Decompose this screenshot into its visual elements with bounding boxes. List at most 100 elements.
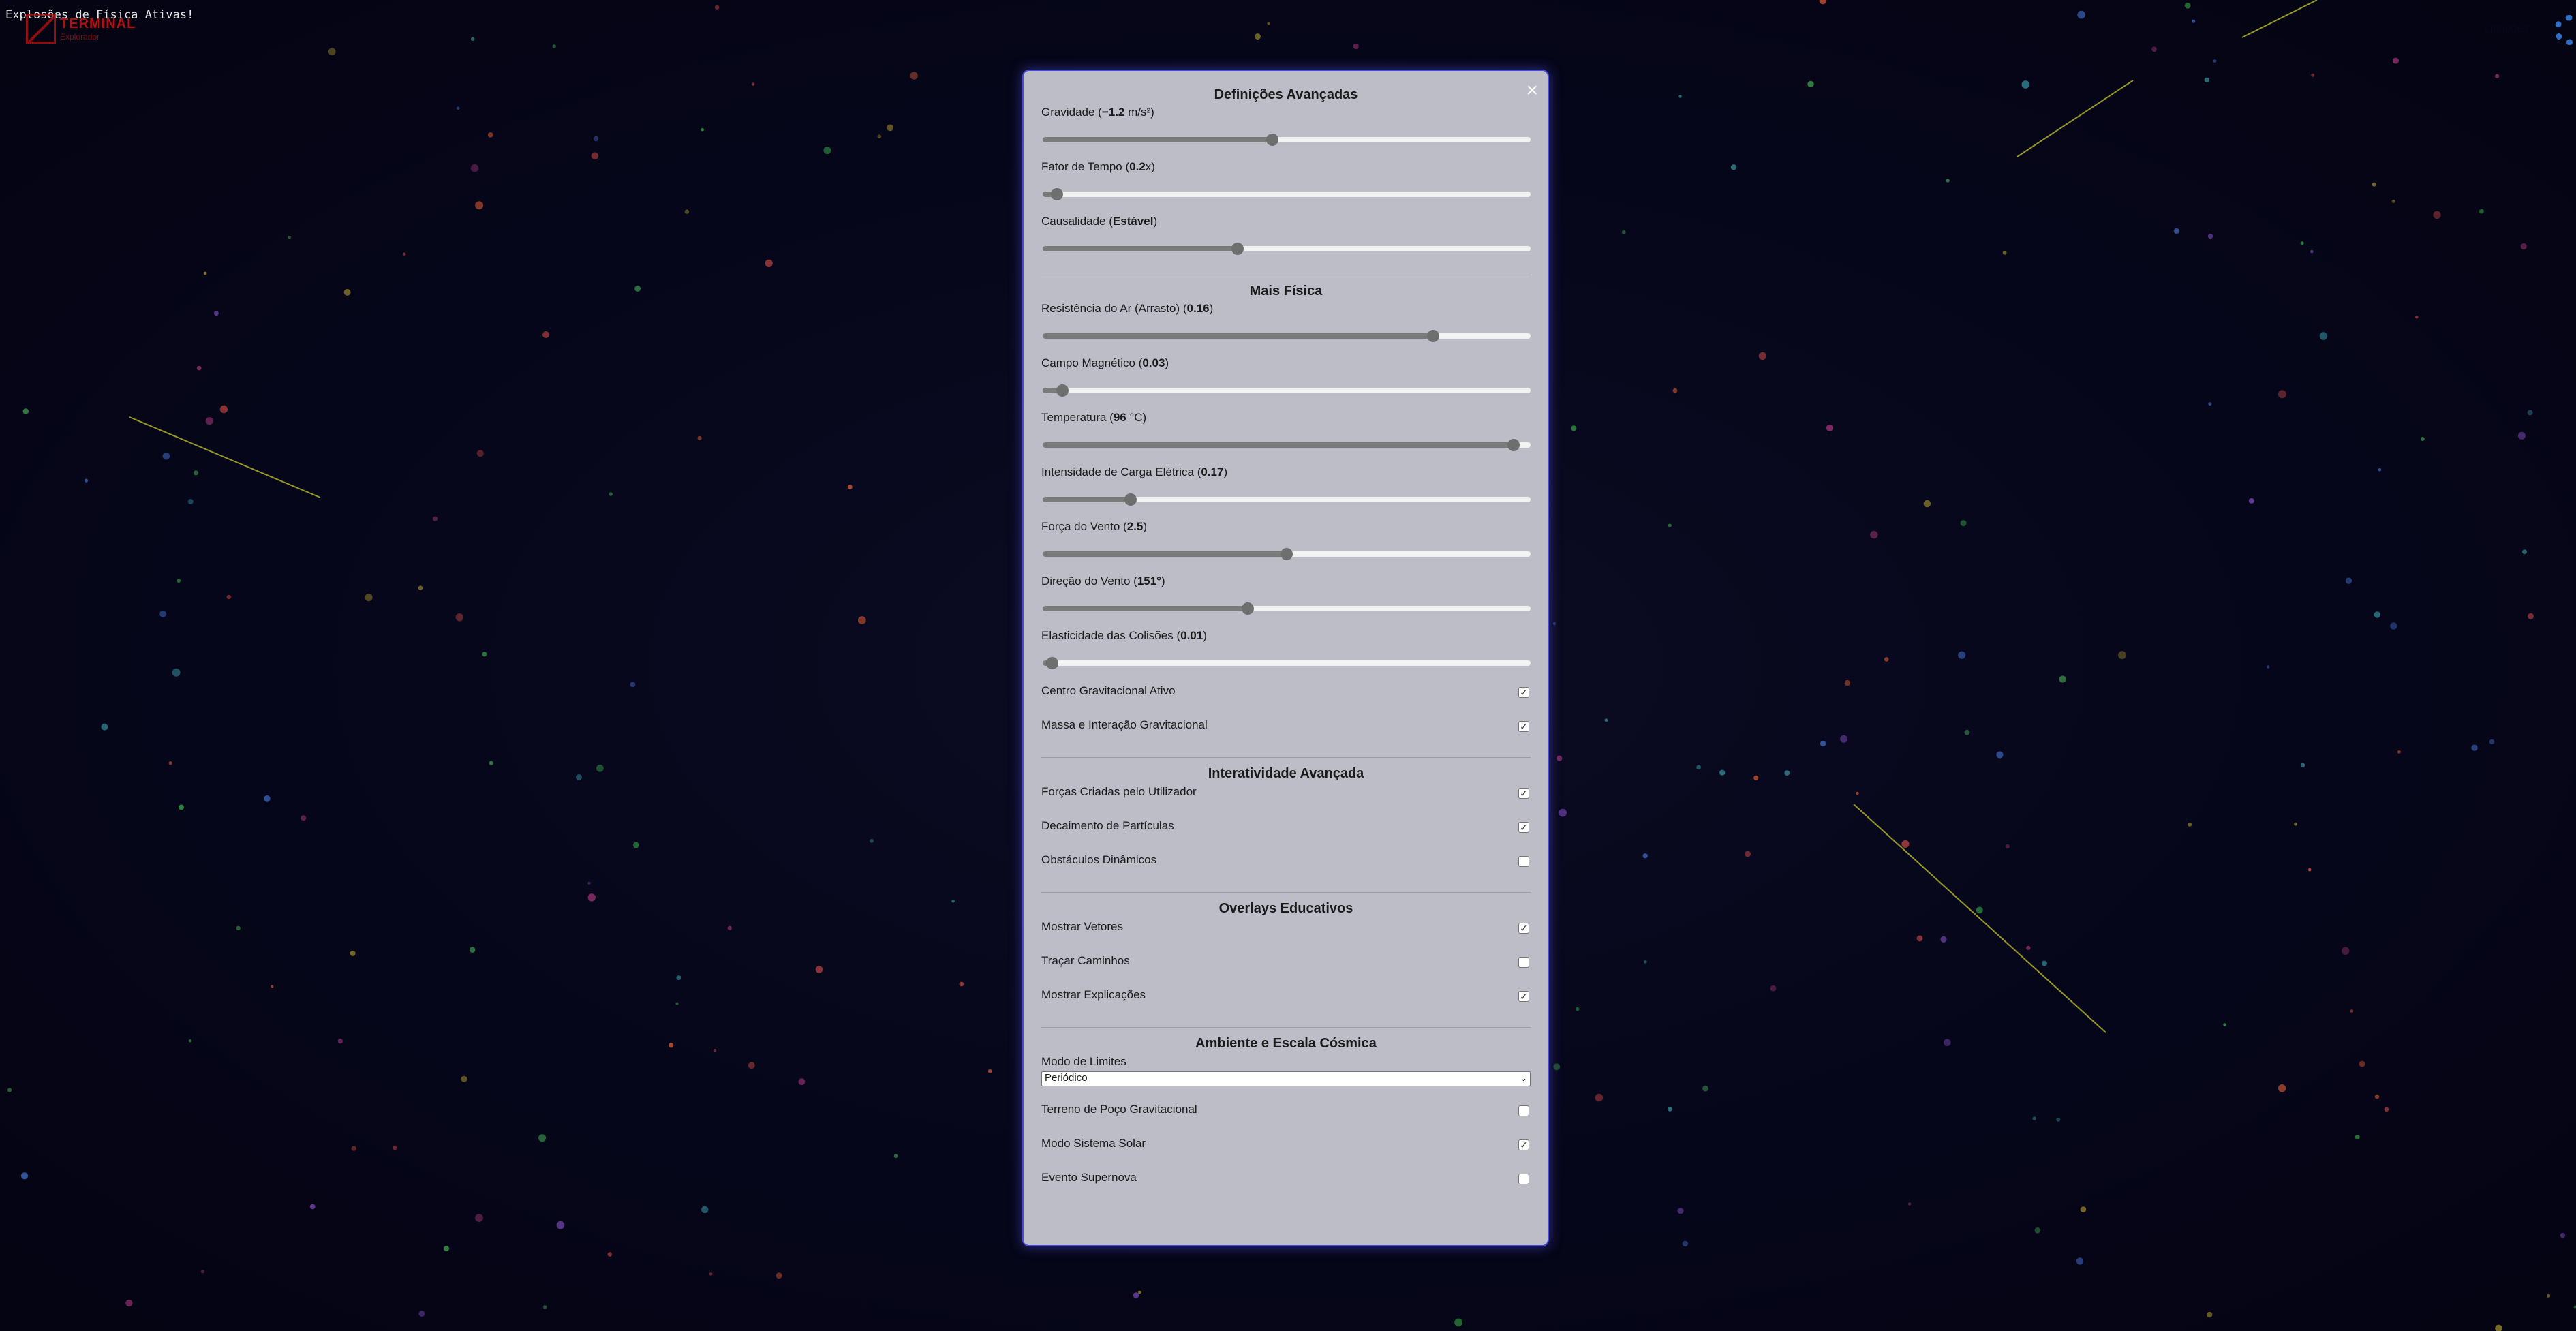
particle: [1784, 770, 1790, 776]
particle: [2204, 77, 2209, 82]
panel-title: Definições Avançadas: [1214, 87, 1358, 102]
slider-label-text: Força do Vento (: [1041, 520, 1127, 533]
checkbox[interactable]: ✓: [1518, 788, 1529, 799]
slider-track[interactable]: [1043, 188, 1531, 200]
slider-row: Causalidade (Estável): [1041, 214, 1531, 269]
particle: [2374, 611, 2380, 618]
boundary-mode-select[interactable]: Periódico ⌄: [1041, 1071, 1531, 1086]
particle: [1575, 1007, 1580, 1011]
slider-row: Temperatura (96 °C): [1041, 410, 1531, 465]
particle: [1960, 520, 1967, 527]
particle: [2520, 243, 2527, 250]
particle: [2208, 402, 2212, 406]
slider-thumb[interactable]: [1051, 188, 1064, 200]
particle: [2026, 945, 2031, 950]
slider-thumb[interactable]: [1241, 602, 1254, 615]
particle: [456, 106, 460, 110]
particle: [2415, 316, 2419, 319]
slider-label: Fator de Tempo (0.2x): [1041, 159, 1531, 176]
particle: [1353, 43, 1359, 50]
slider-thumb[interactable]: [1046, 657, 1059, 669]
slider-thumb[interactable]: [1231, 243, 1244, 255]
slider-thumb[interactable]: [1266, 134, 1278, 146]
particle: [857, 616, 866, 624]
slider-thumb[interactable]: [1056, 384, 1069, 397]
particle: [2528, 613, 2534, 619]
slider-unit: ): [1153, 215, 1158, 228]
particle: [309, 1204, 316, 1210]
checkbox-label: Massa e Interação Gravitacional: [1041, 718, 1208, 731]
chevron-down-icon: ⌄: [1520, 1073, 1527, 1083]
checkbox[interactable]: ✓: [1518, 822, 1529, 833]
particle: [219, 405, 228, 414]
checkbox[interactable]: ✓: [1518, 721, 1529, 732]
slider-label: Campo Magnético (0.03): [1041, 356, 1531, 372]
slider-thumb[interactable]: [1426, 330, 1439, 342]
particle: [489, 761, 493, 765]
particle: [1826, 424, 1833, 431]
particle: [343, 288, 351, 296]
checkbox[interactable]: [1518, 1174, 1529, 1184]
section-title-interactivity: Interatividade Avançada: [1208, 766, 1364, 781]
particle: [101, 723, 108, 731]
slider-track[interactable]: [1043, 243, 1531, 255]
slider-track[interactable]: [1043, 330, 1531, 342]
checkbox[interactable]: ✓: [1518, 923, 1529, 934]
particle: [2420, 437, 2425, 441]
slider-value: 0.01: [1180, 629, 1203, 642]
checkbox[interactable]: ✓: [1518, 991, 1529, 1002]
particle: [271, 985, 274, 988]
slider-track[interactable]: [1043, 657, 1531, 669]
particle: [455, 613, 463, 622]
checkbox[interactable]: [1518, 957, 1529, 968]
section-title-environment: Ambiente e Escala Cósmica: [1195, 1036, 1377, 1051]
particle: [2547, 1294, 2551, 1298]
checkbox[interactable]: ✓: [1518, 1139, 1529, 1150]
particle: [2311, 73, 2315, 77]
slider-track[interactable]: [1043, 439, 1531, 451]
checkbox[interactable]: ✓: [1518, 687, 1529, 698]
slider-track[interactable]: [1043, 602, 1531, 615]
particle: [22, 408, 29, 414]
particle: [542, 1305, 547, 1309]
particle: [1807, 80, 1814, 88]
slider-row: Força do Vento (2.5): [1041, 519, 1531, 574]
particle: [815, 966, 823, 973]
particle: [798, 1078, 806, 1086]
particle: [1745, 851, 1751, 857]
particle: [1668, 523, 1672, 527]
particle: [2192, 19, 2196, 23]
particle: [2278, 390, 2286, 399]
checkbox-row: Mostrar Vetores ✓: [1041, 919, 1531, 953]
particle: [1621, 230, 1626, 234]
particle: [476, 450, 484, 457]
slider-track[interactable]: [1043, 134, 1531, 146]
slider-value: 96: [1113, 411, 1126, 424]
slider-thumb[interactable]: [1124, 493, 1137, 506]
checkbox-row: Evento Supernova: [1041, 1169, 1531, 1204]
particle: [2355, 1135, 2360, 1139]
particle: [870, 838, 874, 843]
slider-thumb[interactable]: [1281, 548, 1293, 560]
particle: [2021, 80, 2030, 89]
particle: [634, 285, 641, 292]
slider-track[interactable]: [1043, 384, 1531, 397]
particle: [2319, 332, 2328, 340]
meteor-streak: [129, 416, 321, 498]
slider-label: Temperatura (96 °C): [1041, 410, 1531, 427]
slider-track[interactable]: [1043, 548, 1531, 560]
particle: [2267, 665, 2270, 669]
particle: [1133, 1292, 1139, 1298]
checkbox-row: Forças Criadas pelo Utilizador ✓: [1041, 784, 1531, 818]
simulation-canvas[interactable]: Explosões de Física Ativas! TERMINAL Exp…: [0, 0, 2576, 1331]
particle: [418, 585, 423, 590]
checkbox[interactable]: [1518, 856, 1529, 867]
checkbox[interactable]: [1518, 1105, 1529, 1116]
slider-label: Intensidade de Carga Elétrica (0.17): [1041, 465, 1531, 481]
slider-track[interactable]: [1043, 493, 1531, 506]
slider-row: Intensidade de Carga Elétrica (0.17): [1041, 465, 1531, 519]
particle: [1604, 718, 1608, 722]
particle: [443, 1246, 450, 1252]
particle: [2173, 228, 2179, 234]
slider-thumb[interactable]: [1507, 439, 1520, 451]
